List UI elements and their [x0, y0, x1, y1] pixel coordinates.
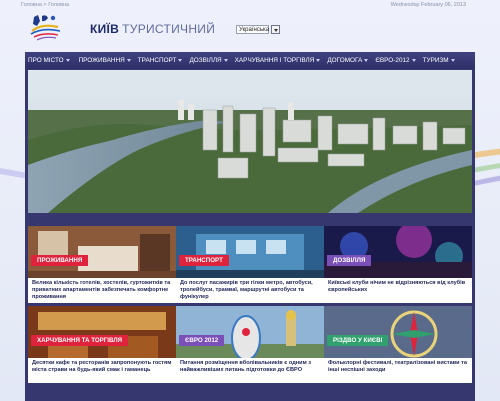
main-nav: Про місто Проживання Транспорт Дозвілля …	[25, 52, 475, 69]
chevron-down-icon	[450, 58, 455, 62]
kyiv-logo[interactable]	[28, 13, 64, 43]
chevron-down-icon	[126, 58, 131, 62]
chevron-down-icon	[178, 58, 183, 62]
tile-label: ДОЗВІЛЛЯ	[327, 255, 372, 266]
nav-item-label: Дозвілля	[189, 57, 222, 64]
chevron-down-icon	[316, 58, 321, 62]
nav-item-leisure[interactable]: Дозвілля	[189, 57, 228, 64]
nav-item-label: Про місто	[28, 57, 64, 64]
nav-item-help[interactable]: Догомога	[327, 57, 369, 64]
tile-caption: Київські клуби нічим не відрізняються ві…	[324, 278, 472, 303]
chevron-down-icon	[65, 58, 70, 62]
tile-caption: Десятки кафе та ресторанів запропонують …	[28, 358, 176, 383]
tile-label: ТРАНСПОРТ	[179, 255, 229, 266]
nav-item-food-shopping[interactable]: Харчування і торгівля	[235, 57, 321, 64]
tile-euro2012[interactable]: ЄВРО 2012 Питання розміщення вболівальни…	[176, 306, 324, 386]
nav-item-about[interactable]: Про місто	[28, 57, 70, 64]
nav-item-transport[interactable]: Транспорт	[138, 57, 183, 64]
tile-accommodation[interactable]: ПРОЖИВАННЯ Велика кількість готелів, хос…	[28, 226, 176, 306]
tile-label: ПРОЖИВАННЯ	[31, 255, 89, 266]
tile-label: ХАРЧУВАННЯ та ТОРГІВЛЯ	[31, 335, 129, 346]
nav-item-label: Харчування і торгівля	[234, 57, 315, 64]
hero-city-panorama	[28, 70, 472, 213]
nav-item-tourism[interactable]: Туризм	[423, 57, 455, 64]
tile-label: ЄВРО 2012	[179, 335, 225, 346]
language-selected-value[interactable]: Українська	[236, 25, 269, 34]
breadcrumb: Головна > Головна	[21, 2, 69, 8]
brand-subtitle: ТУРИСТИЧНИЙ	[122, 22, 216, 36]
tile-caption: Фольклорні фестивалі, театралізовані вис…	[324, 358, 472, 383]
tile-caption: До послуг пасажирів три гілки метро, авт…	[176, 278, 324, 303]
tile-food-shopping[interactable]: ХАРЧУВАННЯ та ТОРГІВЛЯ Десятки кафе та р…	[28, 306, 176, 386]
tile-caption: Велика кількість готелів, хостелів, гурт…	[28, 278, 176, 303]
breadcrumb-current: Головна	[48, 2, 70, 8]
tile-leisure[interactable]: ДОЗВІЛЛЯ Київські клуби нічим не відрізн…	[324, 226, 472, 306]
nav-item-label: Проживання	[78, 57, 125, 64]
site-title: КИЇВ ТУРИСТИЧНИЙ	[90, 22, 215, 36]
nav-item-euro2012[interactable]: Євро-2012	[375, 57, 416, 64]
nav-item-label: Туризм	[422, 57, 449, 64]
nav-item-accommodation[interactable]: Проживання	[79, 57, 131, 64]
tile-transport[interactable]: ТРАНСПОРТ До послуг пасажирів три гілки …	[176, 226, 324, 306]
nav-item-label: Транспорт	[137, 57, 177, 64]
breadcrumb-home-link[interactable]: Головна	[21, 2, 42, 8]
chevron-down-icon	[223, 58, 228, 62]
tile-caption: Питання розміщення вболівальників є одни…	[176, 358, 324, 383]
current-date: Wednesday February 06, 2013	[390, 2, 466, 8]
language-select[interactable]: Українська	[236, 25, 280, 34]
nav-item-label: Євро-2012	[375, 57, 410, 64]
top-bar: Головна > Головна Wednesday February 06,…	[0, 0, 500, 10]
tile-christmas[interactable]: РІЗДВО У КИЄВІ Фольклорні фестивалі, теа…	[324, 306, 472, 386]
tile-label: РІЗДВО У КИЄВІ	[327, 335, 389, 346]
chevron-down-icon	[364, 58, 369, 62]
nav-item-label: Догомога	[327, 57, 363, 64]
chevron-down-icon[interactable]	[271, 25, 280, 34]
chevron-down-icon	[411, 58, 416, 62]
brand-name: КИЇВ	[90, 22, 120, 36]
